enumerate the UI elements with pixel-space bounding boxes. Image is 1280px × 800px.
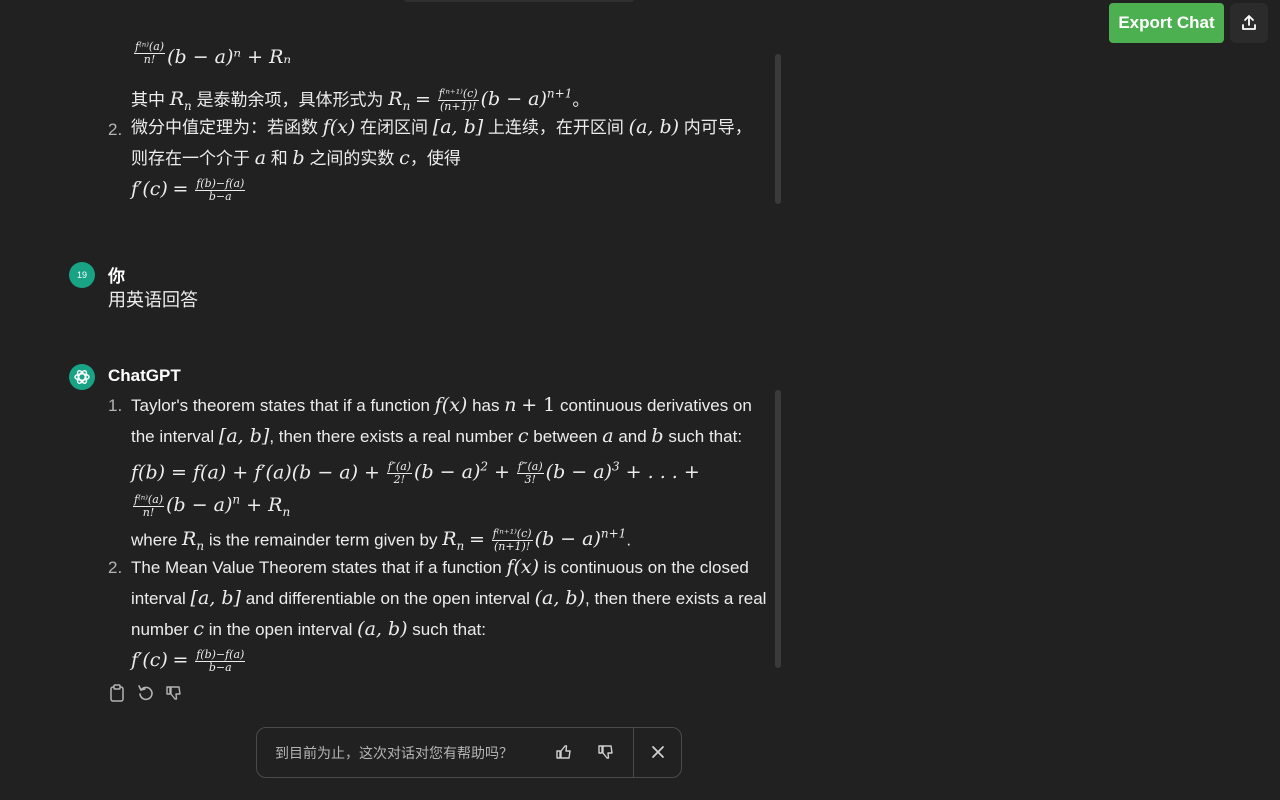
thumbs-up-icon [556,745,571,759]
mvt-formula: f′(c) = f(b)−f(a) b−a [131,648,246,675]
prev-item-2-line-1: 微分中值定理为：若函数 f(x) 在闭区间 [a, b] 上连续，在开区间 (a… [131,116,752,138]
helpful-thumbs-up-button[interactable] [553,741,575,763]
clipboard-icon [110,684,124,702]
feedback-divider [633,728,634,777]
item-2-line-2: interval [a, b] and differentiable on th… [131,587,767,609]
close-icon [652,746,664,758]
feedback-question: 到目前为止，这次对话对您有帮助吗？ [275,745,513,761]
regenerate-button[interactable] [137,684,155,702]
answer-scrollbar[interactable] [775,390,781,668]
not-helpful-thumbs-down-button[interactable] [595,741,617,763]
share-button[interactable] [1230,3,1268,43]
bad-response-button[interactable] [165,684,183,702]
chatgpt-avatar [69,364,95,390]
feedback-bar: 到目前为止，这次对话对您有帮助吗？ [256,727,682,778]
user-message-text: 用英语回答 [108,290,198,310]
prev-item-2-line-2: 则存在一个介于 a 和 b 之间的实数 c，使得 [131,147,461,169]
window-top-handle [402,0,636,2]
item-2-line-3: number c in the open interval (a, b) suc… [131,618,487,640]
prev-mvt-formula: f′(c) = f(b)−f(a) b−a [131,177,246,204]
user-avatar: 19 [69,262,95,288]
thumbs-down-icon [166,686,181,700]
upload-icon [1242,15,1256,30]
answer-scrollbar-top[interactable] [775,54,781,204]
thumbs-down-icon [598,745,613,759]
prev-remainder-line: 其中 Rn 是泰勒余项，具体形式为 Rn = f⁽ⁿ⁺¹⁾(c) (n+1)! (b… [131,87,590,114]
item-1-remainder-line: where Rn is the remainder term given by … [131,527,632,554]
taylor-formula-line-2: f⁽ⁿ⁾(a) n! (b − a)n + Rn [133,493,291,520]
regenerate-icon [138,685,153,701]
close-feedback-button[interactable] [647,741,669,763]
item-2-number: 2. [108,558,123,577]
item-1-line-2: the interval [a, b], then there exists a… [131,425,743,447]
prev-formula-tail: f⁽ⁿ⁾(a) n! (b − a)ⁿ + Rₙ [134,40,292,68]
user-speaker-name: 你 [108,267,125,286]
copy-button[interactable] [108,684,126,702]
chatgpt-speaker-name: ChatGPT [108,366,181,385]
openai-logo-icon [74,370,90,384]
prev-item-2-number: 2. [108,120,123,139]
item-1-number: 1. [108,396,123,415]
item-2-line-1: The Mean Value Theorem states that if a … [131,556,749,578]
item-1-line-1: Taylor's theorem states that if a functi… [131,394,752,416]
taylor-formula-line-1: f(b) = f(a) + f′(a)(b − a) + f″(a) 2! (b −… [131,460,700,487]
export-chat-button[interactable]: Export Chat [1109,3,1224,43]
